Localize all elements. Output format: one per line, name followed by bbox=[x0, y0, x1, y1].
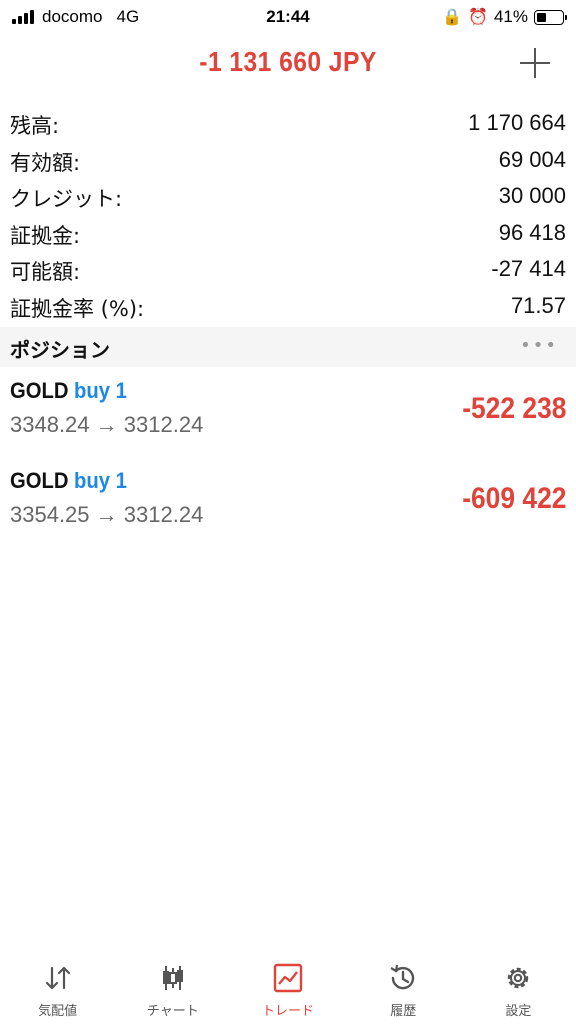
summary-label: クレジット: bbox=[10, 187, 123, 211]
tab-label: 設定 bbox=[505, 1004, 532, 1019]
settings-icon bbox=[508, 967, 529, 989]
summary-row-free-margin: 可能額: -27 414 bbox=[0, 250, 576, 287]
trade-icon bbox=[273, 963, 303, 993]
positions-section-header: ポジション ••• bbox=[0, 327, 576, 367]
position-symbol: GOLD bbox=[10, 378, 69, 403]
position-row[interactable]: GOLD buy 1 3348.24 → 3312.24 -522 238 bbox=[0, 372, 576, 452]
more-icon[interactable]: ••• bbox=[520, 335, 558, 356]
summary-row-balance: 残高: 1 170 664 bbox=[0, 104, 576, 141]
tab-quotes[interactable]: 気配値 bbox=[0, 954, 115, 1024]
summary-label: 証拠金率 (%): bbox=[10, 296, 145, 321]
tab-label: チャート bbox=[146, 1004, 199, 1019]
account-summary: 残高: 1 170 664 有効額: 69 004 クレジット: 30 000 … bbox=[0, 104, 576, 323]
summary-value: 30 000 bbox=[498, 183, 566, 208]
plus-icon[interactable] bbox=[520, 48, 550, 78]
tab-label: トレード bbox=[262, 1004, 315, 1019]
history-icon bbox=[390, 964, 415, 990]
total-profit: -1 131 660 JPY bbox=[199, 46, 377, 77]
orientation-lock-icon: 🔒 bbox=[442, 9, 463, 26]
tab-bar: 気配値 チャート トレード 履歴 設定 bbox=[0, 954, 576, 1024]
current-price: 3312.24 bbox=[123, 412, 204, 437]
tab-history[interactable]: 履歴 bbox=[346, 954, 461, 1024]
summary-label: 証拠金: bbox=[10, 223, 81, 248]
summary-value: 96 418 bbox=[498, 219, 566, 245]
summary-value: 69 004 bbox=[498, 146, 566, 172]
open-price: 3348.24 bbox=[10, 412, 90, 437]
chart-icon bbox=[162, 966, 183, 990]
battery-percentage: 41% bbox=[493, 7, 528, 26]
quotes-icon bbox=[45, 966, 70, 990]
summary-value: 1 170 664 bbox=[468, 110, 566, 135]
summary-row-equity: 有効額: 69 004 bbox=[0, 141, 576, 178]
summary-row-margin: 証拠金: 96 418 bbox=[0, 214, 576, 251]
alarm-icon: ⏰ bbox=[468, 9, 488, 26]
open-price: 3354.25 bbox=[10, 502, 90, 527]
summary-label: 残高: bbox=[10, 114, 60, 138]
position-direction: buy 1 bbox=[73, 378, 127, 403]
position-profit: -522 238 bbox=[461, 392, 566, 425]
tab-label: 履歴 bbox=[390, 1004, 417, 1019]
position-direction: buy 1 bbox=[73, 468, 127, 493]
position-profit: -609 422 bbox=[461, 482, 566, 515]
arrow-icon: → bbox=[95, 412, 118, 437]
summary-label: 有効額: bbox=[10, 150, 81, 175]
summary-row-margin-level: 証拠金率 (%): 71.57 bbox=[0, 287, 576, 324]
header: -1 131 660 JPY bbox=[0, 38, 576, 94]
arrow-icon: → bbox=[95, 502, 118, 527]
summary-label: 可能額: bbox=[10, 260, 81, 284]
section-title: ポジション bbox=[10, 338, 110, 362]
summary-row-credit: クレジット: 30 000 bbox=[0, 177, 576, 214]
summary-value: 71.57 bbox=[510, 292, 566, 318]
position-row[interactable]: GOLD buy 1 3354.25 → 3312.24 -609 422 bbox=[0, 462, 576, 542]
current-price: 3312.24 bbox=[123, 502, 204, 527]
battery-icon bbox=[534, 9, 567, 25]
position-symbol: GOLD bbox=[10, 468, 69, 493]
tab-chart[interactable]: チャート bbox=[115, 954, 230, 1024]
summary-value: -27 414 bbox=[491, 256, 566, 281]
tab-label: 気配値 bbox=[38, 1004, 78, 1019]
status-bar: docomo 4G 21:44 🔒 ⏰ 41% bbox=[0, 0, 576, 34]
tab-settings[interactable]: 設定 bbox=[461, 954, 576, 1024]
tab-trade[interactable]: トレード bbox=[230, 954, 345, 1024]
